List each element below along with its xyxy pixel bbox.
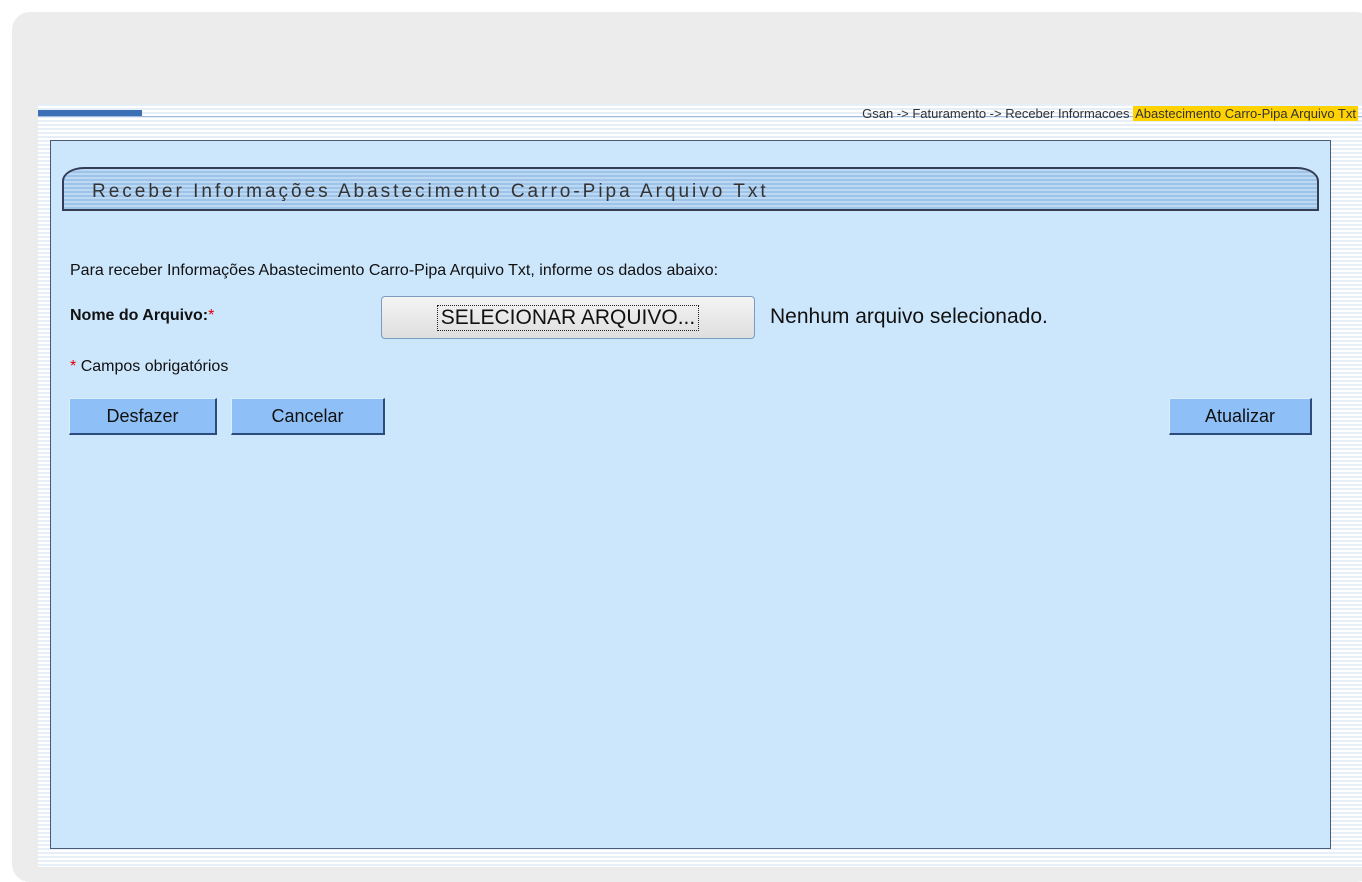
undo-button[interactable]: Desfazer — [69, 398, 217, 435]
file-name-label: Nome do Arquivo:* — [70, 307, 214, 325]
breadcrumb-path: Gsan -> Faturamento -> Receber Informaco… — [862, 106, 1130, 121]
cancel-button[interactable]: Cancelar — [231, 398, 385, 435]
form-intro: Para receber Informações Abastecimento C… — [70, 262, 719, 279]
required-marker: * — [208, 307, 215, 324]
file-name-label-text: Nome do Arquivo: — [70, 307, 209, 324]
update-button[interactable]: Atualizar — [1169, 398, 1312, 435]
required-fields-note: * Campos obrigatórios — [70, 358, 228, 376]
required-note-marker: * — [70, 358, 77, 375]
form-panel: Receber Informações Abastecimento Carro-… — [50, 140, 1331, 849]
select-file-button[interactable]: SELECIONAR ARQUIVO... — [381, 296, 755, 339]
form-title-bar: Receber Informações Abastecimento Carro-… — [62, 167, 1319, 211]
select-file-button-label: SELECIONAR ARQUIVO... — [436, 304, 700, 331]
form-title: Receber Informações Abastecimento Carro-… — [92, 181, 769, 202]
file-status-text: Nenhum arquivo selecionado. — [770, 305, 1048, 328]
breadcrumb: Gsan -> Faturamento -> Receber Informaco… — [862, 106, 1358, 122]
required-note-text: Campos obrigatórios — [80, 358, 229, 375]
breadcrumb-current: Abastecimento Carro-Pipa Arquivo Txt — [1133, 106, 1358, 121]
